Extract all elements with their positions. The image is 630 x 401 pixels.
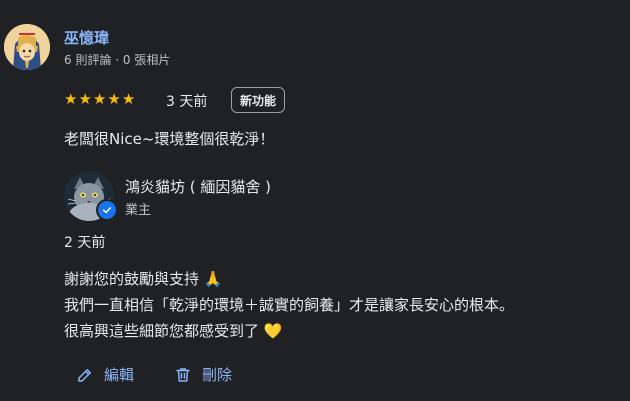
delete-button[interactable]: 刪除	[174, 364, 232, 385]
reviewer-name[interactable]: 巫憶瑋	[64, 27, 109, 48]
review-date: 3 天前	[166, 94, 208, 110]
trash-icon	[176, 367, 190, 382]
star-icon: ★	[107, 90, 121, 108]
star-icon: ★	[121, 90, 136, 108]
review-text: 老闆很Nice~環境整個很乾淨！	[64, 130, 275, 148]
pharaoh-avatar-icon	[4, 24, 50, 70]
star-icon: ★	[78, 90, 92, 108]
reply-text: 謝謝您的鼓勵與支持 🙏 我們一直相信「乾淨的環境＋誠實的飼養」才是讓家長安心的根…	[64, 266, 514, 344]
star-icon: ★	[64, 90, 78, 108]
reply-date: 2 天前	[64, 235, 106, 251]
edit-label: 編輯	[104, 366, 135, 384]
owner-name[interactable]: 鴻炎貓坊 ( 緬因貓舍 )	[125, 176, 271, 197]
owner-role: 業主	[125, 203, 152, 218]
star-rating: ★ ★ ★ ★ ★	[64, 91, 135, 107]
new-feature-badge: 新功能	[231, 87, 286, 113]
delete-label: 刪除	[202, 366, 233, 384]
reviewer-meta: 6 則評論 · 0 張相片	[64, 53, 171, 67]
verified-check-icon	[96, 199, 118, 221]
edit-button[interactable]: 編輯	[76, 364, 134, 385]
pencil-icon	[78, 368, 91, 382]
reply-line: 我們一直相信「乾淨的環境＋誠實的飼養」才是讓家長安心的根本。	[64, 296, 515, 314]
reviewer-avatar[interactable]	[4, 24, 50, 70]
reply-line: 很高興這些細節您都感受到了 💛	[64, 322, 283, 340]
reply-line: 謝謝您的鼓勵與支持 🙏	[64, 270, 223, 288]
star-icon: ★	[92, 90, 107, 108]
